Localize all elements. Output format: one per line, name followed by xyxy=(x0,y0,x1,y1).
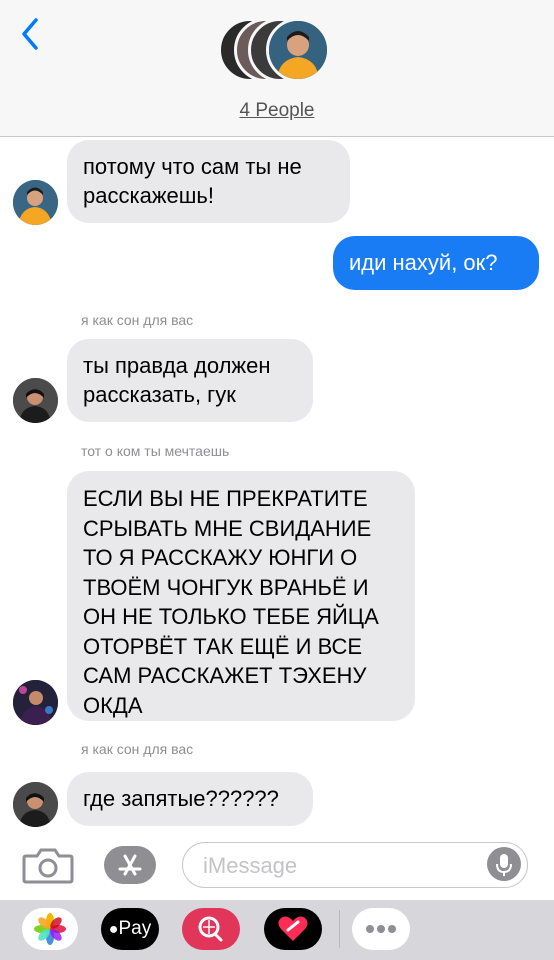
avatar xyxy=(266,18,330,82)
message-input[interactable]: iMessage xyxy=(182,842,528,888)
message-bubble[interactable]: потому что сам ты не расскажешь! xyxy=(67,140,350,223)
apple-logo-icon: ● xyxy=(108,921,119,938)
microphone-icon[interactable] xyxy=(487,847,521,881)
camera-icon[interactable] xyxy=(22,846,74,884)
conversation-header: 4 People xyxy=(0,0,554,137)
divider xyxy=(339,910,340,948)
message-bubble[interactable]: ЕСЛИ ВЫ НЕ ПРЕКРАТИТЕ СРЫВАТЬ МНЕ СВИДАН… xyxy=(67,471,415,721)
message-input-placeholder: iMessage xyxy=(203,853,298,878)
photos-app-icon[interactable] xyxy=(22,908,78,950)
sender-name: тот о ком ты мечтаешь xyxy=(81,443,230,459)
avatar xyxy=(13,680,58,725)
message-text: ЕСЛИ ВЫ НЕ ПРЕКРАТИТЕ СРЫВАТЬ МНЕ СВИДАН… xyxy=(83,486,379,718)
app-store-icon[interactable] xyxy=(103,845,157,885)
apple-pay-label: Pay xyxy=(118,918,152,939)
message-text: ты правда должен рассказать, гук xyxy=(83,353,271,407)
message-text: где запятые?????? xyxy=(83,786,279,811)
message-text: потому что сам ты не расскажешь! xyxy=(83,154,302,208)
apple-pay-app-icon[interactable]: ●Pay xyxy=(101,908,159,950)
avatar xyxy=(13,782,58,827)
avatar xyxy=(13,180,58,225)
more-apps-icon[interactable] xyxy=(352,908,410,950)
group-name-link[interactable]: 4 People xyxy=(0,100,554,122)
back-chevron-icon[interactable] xyxy=(16,14,46,54)
message-bubble[interactable]: где запятые?????? xyxy=(67,772,313,826)
message-text: иди нахуй, ок? xyxy=(349,250,498,275)
images-search-app-icon[interactable] xyxy=(182,908,240,950)
sender-name: я как сон для вас xyxy=(81,312,194,328)
message-bubble[interactable]: ты правда должен рассказать, гук xyxy=(67,339,313,422)
digital-touch-app-icon[interactable] xyxy=(264,908,322,950)
sender-name: я как сон для вас xyxy=(81,741,194,757)
message-bubble-outgoing[interactable]: иди нахуй, ок? xyxy=(333,236,539,290)
group-avatars[interactable] xyxy=(218,16,338,88)
avatar xyxy=(13,378,58,423)
